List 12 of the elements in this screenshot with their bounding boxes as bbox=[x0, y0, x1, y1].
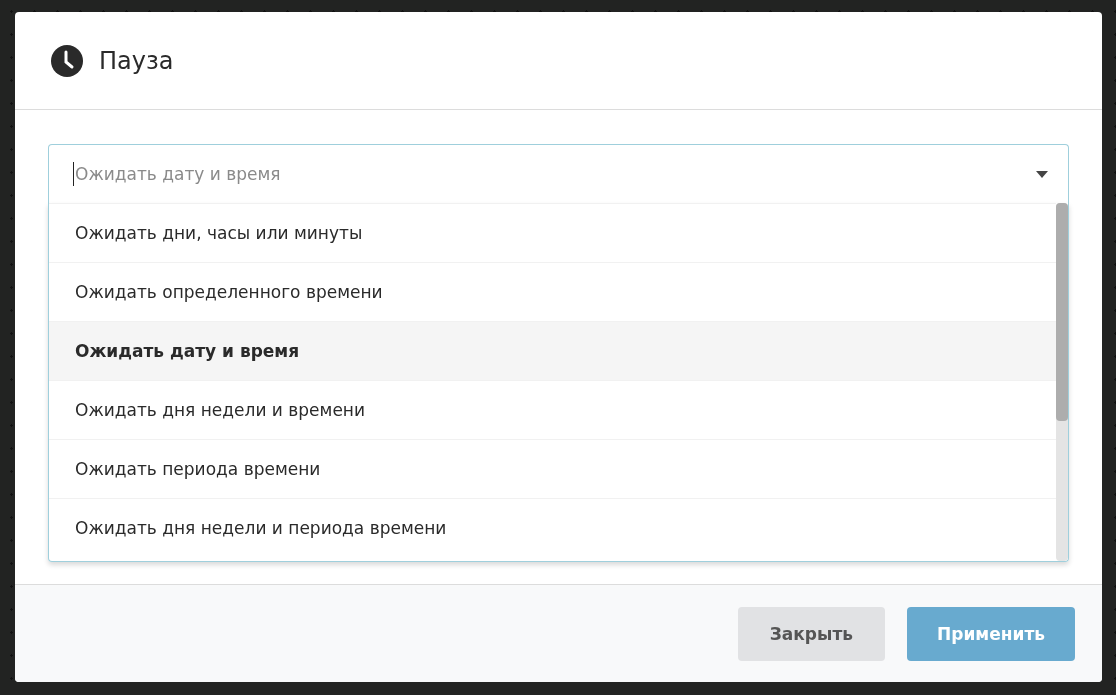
scrollbar-thumb[interactable] bbox=[1056, 203, 1068, 421]
text-cursor bbox=[73, 162, 74, 186]
dropdown-option[interactable]: Ожидать дату и время bbox=[49, 321, 1056, 380]
dropdown-option[interactable]: Ожидать дня недели и периода времени bbox=[49, 498, 1056, 557]
clock-icon bbox=[51, 44, 83, 77]
close-button[interactable]: Закрыть bbox=[737, 606, 885, 661]
dropdown-option[interactable]: Ожидать дни, часы или минуты bbox=[49, 203, 1056, 262]
dropdown-option[interactable]: Ожидать определенного времени bbox=[49, 262, 1056, 321]
dropdown-option[interactable]: Ожидать периода времени bbox=[49, 439, 1056, 498]
select-placeholder: Ожидать дату и время bbox=[75, 164, 281, 184]
dropdown-option[interactable]: Ожидать дня недели и времени bbox=[49, 380, 1056, 439]
dialog-title: Пауза bbox=[99, 46, 174, 75]
